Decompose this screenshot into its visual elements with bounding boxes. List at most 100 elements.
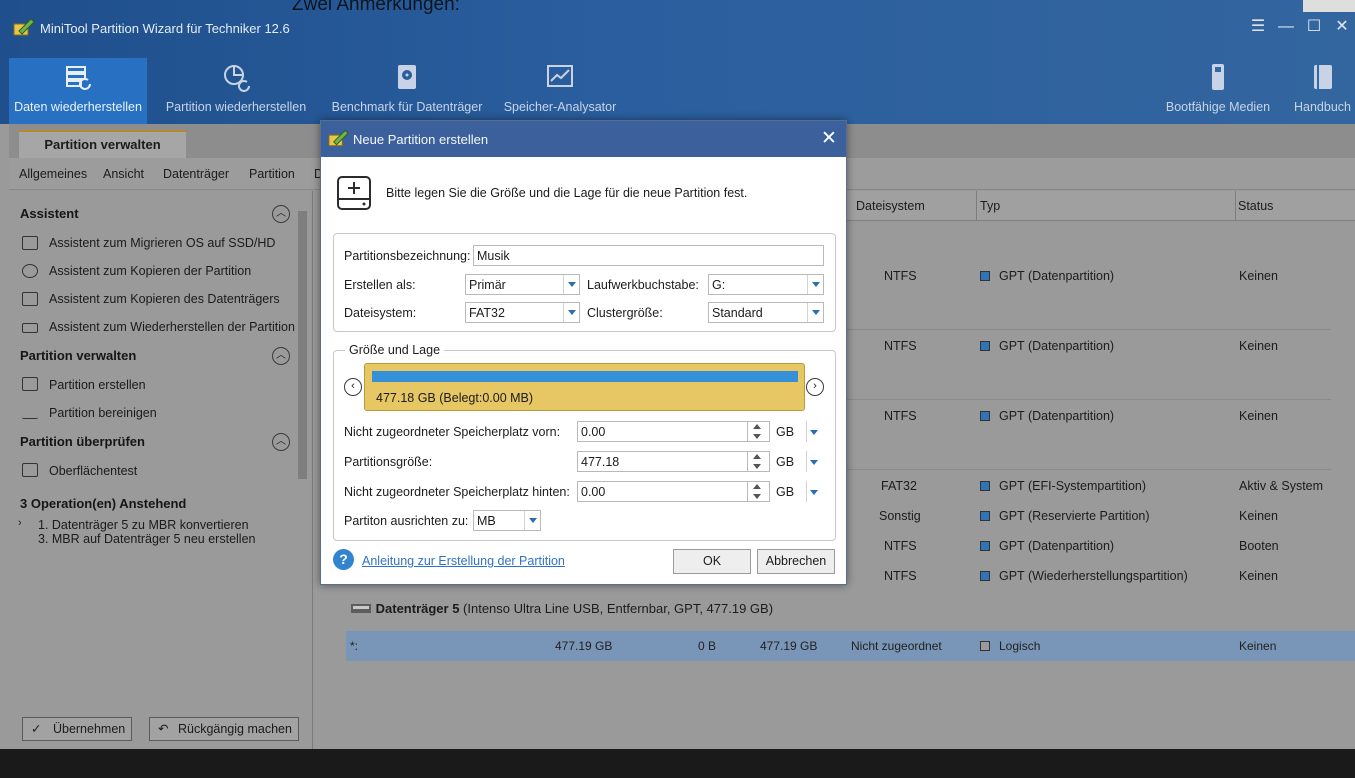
row-type: GPT (Datenpartition) — [999, 269, 1115, 283]
toolbar-data-recovery-label: Daten wiederherstellen — [14, 100, 142, 114]
tab-partition-management[interactable]: Partition verwalten — [19, 130, 186, 158]
disk-5-name: Datenträger 5 — [375, 601, 460, 616]
dialog-intro-text: Bitte legen Sie die Größe und die Lage f… — [386, 186, 748, 200]
chevron-down-icon — [563, 303, 579, 322]
menu-disk[interactable]: Datenträger — [163, 167, 229, 181]
close-icon[interactable]: ✕ — [1332, 17, 1352, 37]
toolbar-partition-recovery[interactable]: Partition wiederherstellen — [160, 58, 312, 124]
ok-button[interactable]: OK — [673, 549, 751, 574]
cluster-size-select[interactable]: Standard — [708, 302, 824, 323]
menu-view[interactable]: Ansicht — [103, 167, 144, 181]
cluster-size-value: Standard — [712, 306, 763, 320]
unalloc-before-spinner[interactable] — [748, 421, 770, 442]
section-check-title: Partition überprüfen — [20, 434, 145, 449]
create-as-select[interactable]: Primär — [465, 274, 580, 295]
table-row-unallocated[interactable]: *: 477.19 GB 0 B 477.19 GB Nicht zugeord… — [346, 631, 1355, 661]
apply-button[interactable]: ✓ Übernehmen — [22, 717, 132, 741]
row-unused: 477.19 GB — [760, 639, 818, 653]
wizard-partition-recovery[interactable]: Assistent zum Wiederherstellen der Parti… — [49, 320, 295, 334]
unalloc-before-input[interactable]: 0.00 — [577, 421, 748, 442]
toolbar-partition-recovery-label: Partition wiederherstellen — [165, 100, 307, 114]
data-recovery-icon — [66, 66, 91, 90]
action-wipe-partition[interactable]: Partition bereinigen — [49, 406, 157, 420]
partition-color-icon — [980, 541, 990, 551]
expand-pending-icon[interactable]: › — [18, 517, 22, 529]
chevron-down-icon — [563, 275, 579, 294]
partition-properties-group: Partitionsbezeichnung: Musik Erstellen a… — [333, 233, 836, 332]
menu-general[interactable]: Allgemeines — [19, 167, 87, 181]
help-icon[interactable]: ? — [333, 549, 354, 570]
unalloc-after-input[interactable]: 0.00 — [577, 481, 748, 502]
unit-label: GB — [776, 485, 795, 499]
partition-size-handle[interactable] — [372, 371, 798, 382]
dialog-title-bar: Neue Partition erstellen ✕ — [321, 121, 846, 157]
wizard-migrate-os[interactable]: Assistent zum Migrieren OS auf SSD/HD — [49, 236, 275, 250]
toolbar-space-analyzer[interactable]: Speicher-Analysator — [503, 58, 617, 124]
toolbar-disk-benchmark[interactable]: Benchmark für Datenträger — [328, 58, 486, 124]
minimize-icon[interactable]: — — [1276, 17, 1296, 37]
partition-color-icon — [980, 571, 990, 581]
collapse-wizard-icon[interactable]: ︿ — [272, 205, 290, 223]
left-scrollbar-thumb[interactable] — [298, 211, 307, 479]
action-surface-test[interactable]: Oberflächentest — [49, 464, 137, 478]
undo-button[interactable]: ↶ Rückgängig machen — [149, 717, 299, 741]
wizard-copy-disk[interactable]: Assistent zum Kopieren des Datenträgers — [49, 292, 280, 306]
row-status: Keinen — [1239, 269, 1278, 283]
maximize-icon[interactable]: ☐ — [1304, 17, 1324, 37]
header-filesystem[interactable]: Dateisystem — [856, 199, 925, 213]
drive-letter-value: G: — [712, 278, 726, 292]
hamburger-icon[interactable]: ☰ — [1248, 17, 1268, 37]
toolbar-manual[interactable]: Handbuch — [1290, 58, 1355, 124]
action-create-partition[interactable]: Partition erstellen — [49, 378, 146, 392]
header-status[interactable]: Status — [1238, 199, 1273, 213]
row-type: GPT (Datenpartition) — [999, 409, 1115, 423]
partition-label-input[interactable]: Musik — [473, 245, 824, 266]
app-logo-icon — [13, 18, 35, 36]
row-type: Logisch — [999, 639, 1041, 653]
help-link[interactable]: Anleitung zur Erstellung der Partition — [362, 554, 565, 568]
copy-disk-icon — [22, 292, 38, 306]
unalloc-after-spinner[interactable] — [748, 481, 770, 502]
row-status: Booten — [1239, 539, 1279, 553]
disk-5-header[interactable]: Datenträger 5 (Intenso Ultra Line USB, E… — [350, 601, 773, 616]
checkmark-icon: ✓ — [31, 722, 42, 736]
toolbar-disk-benchmark-label: Benchmark für Datenträger — [331, 100, 483, 114]
collapse-manage-icon[interactable]: ︿ — [272, 347, 290, 365]
unallocated-color-icon — [980, 641, 990, 651]
manual-icon — [1313, 65, 1332, 89]
create-partition-dialog: Neue Partition erstellen ✕ Bitte legen S… — [320, 120, 847, 585]
unit-dropdown-icon[interactable] — [810, 457, 820, 467]
collapse-check-icon[interactable]: ︿ — [272, 433, 290, 451]
wizard-copy-partition[interactable]: Assistent zum Kopieren der Partition — [49, 264, 251, 278]
drive-letter-label: Laufwerkbuchstabe: — [587, 278, 699, 292]
header-type[interactable]: Typ — [980, 199, 1000, 213]
filesystem-select[interactable]: FAT32 — [465, 302, 580, 323]
undo-icon: ↶ — [158, 722, 169, 736]
partition-color-icon — [980, 341, 990, 351]
create-as-value: Primär — [469, 278, 506, 292]
row-type: GPT (Datenpartition) — [999, 539, 1115, 553]
toolbar-data-recovery[interactable]: Daten wiederherstellen — [9, 58, 147, 124]
partition-layout-bar[interactable]: 477.18 GB (Belegt:0.00 MB) — [364, 363, 805, 411]
create-partition-icon — [22, 377, 38, 391]
background-window-text: Zwei Anmerkungen: — [292, 0, 460, 15]
app-title: MiniTool Partition Wizard für Techniker … — [40, 21, 290, 36]
drive-letter-select[interactable]: G: — [708, 274, 824, 295]
partition-color-icon — [980, 511, 990, 521]
unit-dropdown-icon[interactable] — [810, 487, 820, 497]
chevron-left-icon[interactable]: ‹ — [344, 378, 362, 396]
left-scrollbar[interactable] — [297, 205, 308, 490]
align-value: MB — [477, 514, 496, 528]
unit-dropdown-icon[interactable] — [810, 427, 820, 437]
partition-size-spinner[interactable] — [748, 451, 770, 472]
apply-label: Übernehmen — [52, 722, 126, 736]
row-filesystem: NTFS — [884, 539, 917, 553]
chevron-right-icon[interactable]: › — [806, 378, 824, 396]
create-as-label: Erstellen als: — [344, 278, 416, 292]
align-select[interactable]: MB — [473, 510, 541, 531]
toolbar-bootable-media[interactable]: Bootfähige Medien — [1163, 58, 1273, 124]
cancel-button[interactable]: Abbrechen — [757, 549, 835, 574]
partition-size-input[interactable]: 477.18 — [577, 451, 748, 472]
dialog-close-icon[interactable]: ✕ — [821, 127, 837, 150]
menu-partition[interactable]: Partition — [249, 167, 295, 181]
